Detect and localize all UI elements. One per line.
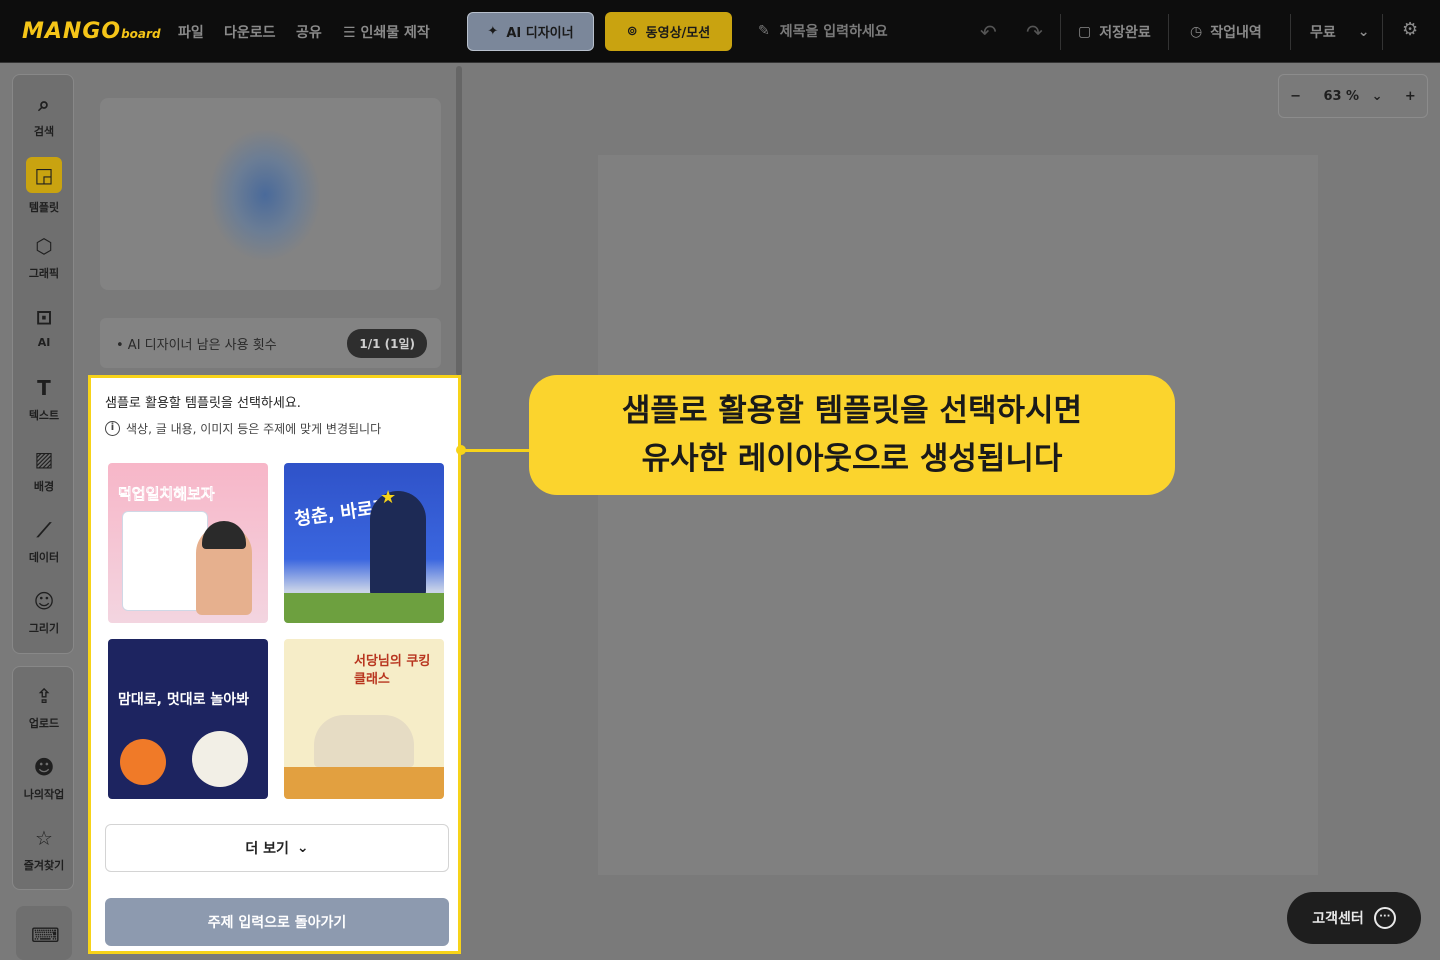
more-templates-button[interactable]: 더 보기 ⌄ [105, 824, 449, 872]
callout-line-2: 유사한 레이아웃으로 생성됩니다 [641, 441, 1063, 477]
my-work-icon: ☻ [33, 755, 55, 779]
sidebar-item-upload[interactable]: ⇪ 업로드 [13, 683, 75, 731]
ai-designer-button[interactable]: ✦ AI 디자이너 [467, 12, 594, 51]
background-icon: ▨ [34, 447, 54, 471]
template-thumbnail[interactable]: 덕업일치해보자 [108, 463, 268, 623]
menu-print[interactable]: ☰ 인쇄물 제작 [343, 22, 430, 42]
tutorial-callout: 샘플로 활용할 템플릿을 선택하시면 유사한 레이아웃으로 생성됩니다 [529, 375, 1175, 495]
sidebar-item-text[interactable]: T 텍스트 [13, 375, 75, 423]
sidebar-item-ai[interactable]: ⊡ AI [13, 304, 75, 349]
template-thumbnail[interactable]: 서당님의 쿠킹클래스 [284, 639, 444, 799]
divider [1290, 14, 1291, 50]
template-selection-panel: 샘플로 활용할 템플릿을 선택하세요. i 색상, 글 내용, 이미지 등은 주… [88, 375, 461, 954]
keyboard-icon: ⌨ [31, 923, 60, 947]
chat-bubble-icon: ··· [1373, 907, 1396, 929]
design-canvas[interactable] [598, 155, 1318, 875]
usage-badge: 1/1 (1일) [347, 328, 427, 358]
sidebar-item-draw[interactable]: ☺ 그리기 [13, 588, 75, 636]
redo-icon[interactable]: ↷ [1026, 20, 1043, 44]
template-title-text: 서당님의 쿠킹클래스 [354, 654, 431, 687]
sidebar-item-my-work[interactable]: ☻ 나의작업 [13, 754, 75, 802]
sidebar-item-template[interactable]: ◲ 템플릿 [13, 157, 75, 215]
zoom-control: − 63 % ⌄ + [1278, 74, 1428, 118]
sidebar-item-background[interactable]: ▨ 배경 [13, 446, 75, 494]
divider [1168, 14, 1169, 50]
divider [1060, 14, 1061, 50]
sidebar-item-search[interactable]: ⌕ 검색 [13, 91, 75, 139]
zoom-in-button[interactable]: + [1405, 89, 1416, 104]
sidebar-item-graphic[interactable]: ⬡ 그래픽 [13, 233, 75, 281]
search-icon: ⌕ [38, 92, 50, 116]
title-input[interactable]: ✎ 제목을 입력하세요 [758, 21, 888, 41]
plan-dropdown[interactable]: 무료 ⌄ [1310, 22, 1370, 42]
tool-sidebar-lower: ⇪ 업로드 ☻ 나의작업 ☆ 즐겨찾기 [12, 666, 74, 890]
save-icon: ▢ [1078, 24, 1092, 40]
template-character-graphic [120, 739, 166, 785]
template-title-text: 맘대로, 멋대로 놀아봐 [118, 692, 249, 708]
template-character-graphic [370, 491, 426, 601]
chevron-down-icon: ⌄ [296, 840, 309, 856]
info-icon: i [105, 421, 120, 436]
save-status[interactable]: ▢ 저장완료 [1078, 22, 1151, 42]
chart-icon: ⟋ [37, 518, 51, 542]
history-icon: ◷ [1190, 24, 1203, 40]
ai-chip-icon: ⊡ [35, 305, 53, 329]
zoom-out-button[interactable]: − [1290, 89, 1301, 104]
template-title-text: 덕업일치해보자 [118, 485, 215, 504]
text-icon: T [37, 376, 51, 400]
callout-line-1: 샘플로 활용할 템플릿을 선택하시면 [621, 393, 1083, 429]
sidebar-item-favorite[interactable]: ☆ 즐겨찾기 [13, 825, 75, 873]
tool-sidebar: ⌕ 검색 ◲ 템플릿 ⬡ 그래픽 ⊡ AI T 텍스트 ▨ 배경 ⟋ 데이터 ☺… [12, 74, 74, 654]
template-icon: ◲ [26, 157, 62, 193]
settings-gear-icon[interactable]: ⚙ [1402, 19, 1418, 40]
motion-icon: ⊚ [626, 24, 638, 39]
menu-download[interactable]: 다운로드 [224, 22, 276, 42]
template-thumbnail[interactable]: 청춘, 바로지금! ★ [284, 463, 444, 623]
sidebar-item-data[interactable]: ⟋ 데이터 [13, 517, 75, 565]
keyboard-shortcut-button[interactable]: ⌨ [16, 906, 72, 960]
divider [1382, 14, 1383, 50]
print-icon: ☰ [343, 25, 361, 41]
select-template-note: i 색상, 글 내용, 이미지 등은 주제에 맞게 변경됩니다 [105, 420, 381, 437]
undo-icon[interactable]: ↶ [980, 20, 997, 44]
mangoboard-logo[interactable]: MANGOboard [22, 19, 161, 44]
panel-scrollbar[interactable] [456, 66, 462, 376]
video-motion-button[interactable]: ⊚ 동영상/모션 [605, 12, 732, 51]
star-icon: ★ [380, 487, 397, 508]
upload-icon: ⇪ [35, 684, 53, 708]
favorite-icon: ☆ [35, 826, 53, 850]
select-template-title: 샘플로 활용할 템플릿을 선택하세요. [105, 396, 301, 411]
usage-counter: • AI 디자이너 남은 사용 횟수 1/1 (1일) [100, 318, 441, 368]
graphic-icon: ⬡ [35, 234, 53, 258]
template-character-graphic [192, 731, 248, 787]
chevron-down-icon: ⌄ [1371, 88, 1383, 104]
back-to-topic-button[interactable]: 주제 입력으로 돌아가기 [105, 898, 449, 946]
edit-icon: ✎ [758, 23, 770, 39]
menu-file[interactable]: 파일 [178, 22, 204, 42]
template-characters-graphic [314, 715, 414, 767]
template-hair-graphic [202, 521, 246, 549]
loading-blur-image [210, 130, 320, 260]
template-table-graphic [284, 767, 444, 799]
customer-center-button[interactable]: 고객센터 ··· [1287, 892, 1421, 944]
magic-wand-icon: ✦ [487, 24, 499, 39]
top-bar: MANGOboard 파일 다운로드 공유 ☰ 인쇄물 제작 ✦ AI 디자이너… [0, 0, 1440, 63]
template-grass-graphic [284, 593, 444, 623]
template-thumbnail[interactable]: 맘대로, 멋대로 놀아봐 [108, 639, 268, 799]
usage-label: • AI 디자이너 남은 사용 횟수 [116, 337, 277, 353]
draw-icon: ☺ [33, 589, 55, 613]
zoom-value[interactable]: 63 % ⌄ [1323, 89, 1382, 104]
callout-connector [461, 449, 531, 452]
chevron-down-icon: ⌄ [1357, 24, 1370, 40]
history-button[interactable]: ◷ 작업내역 [1190, 22, 1262, 42]
menu-share[interactable]: 공유 [296, 22, 322, 42]
